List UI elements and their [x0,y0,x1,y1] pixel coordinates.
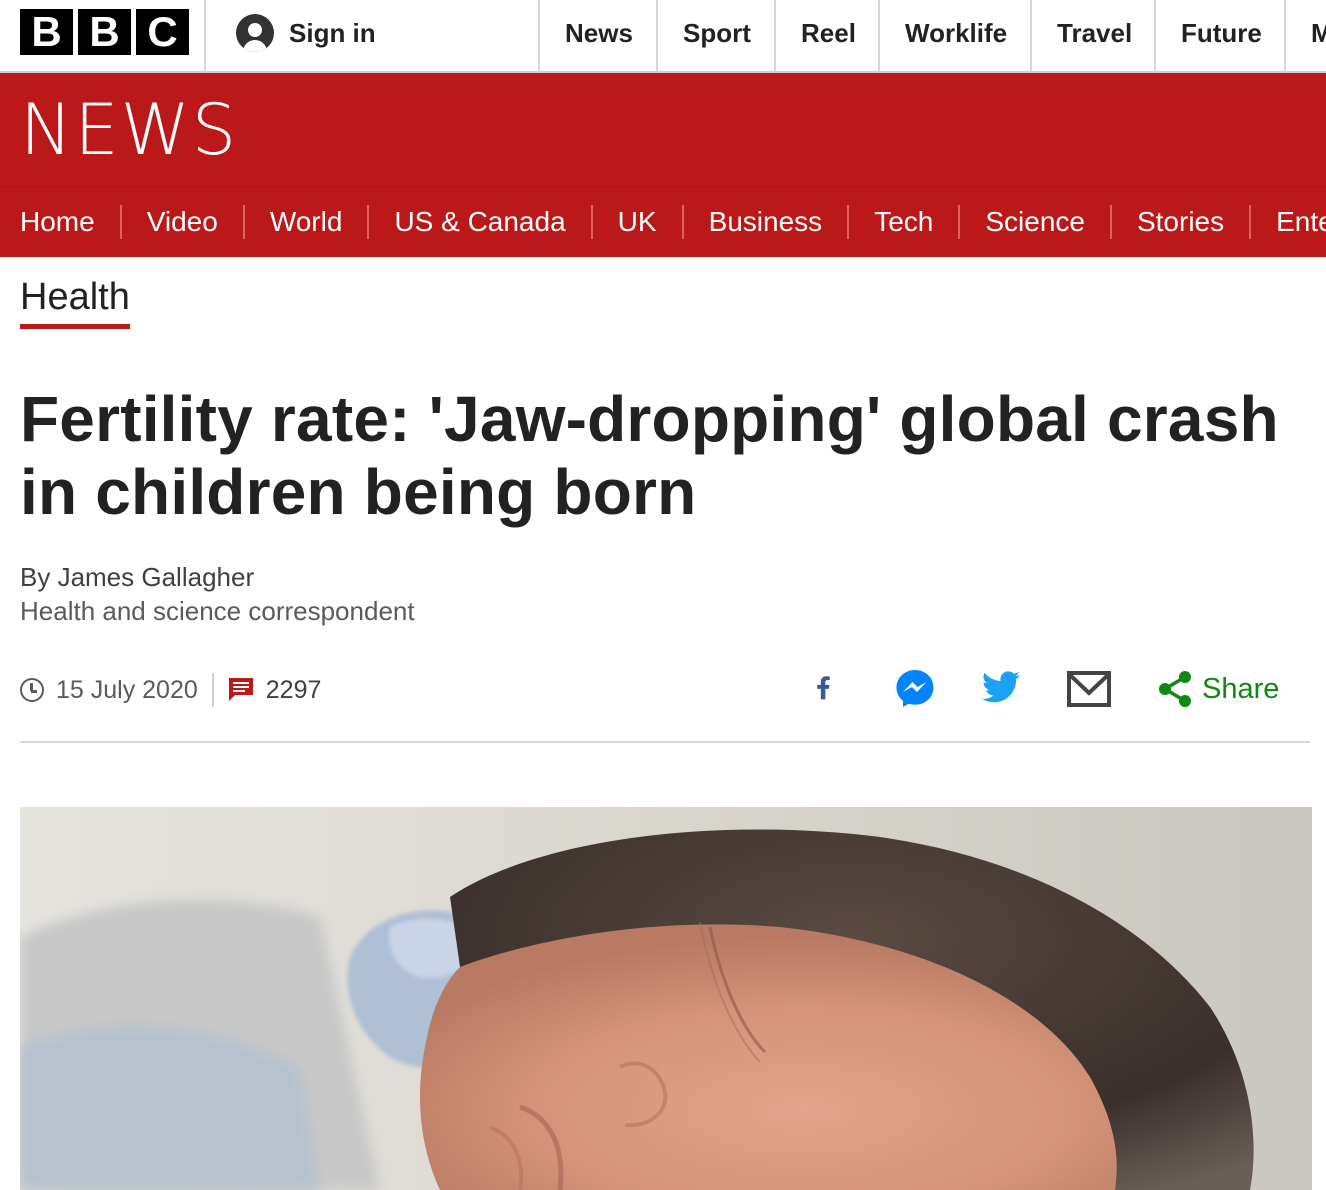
section-label-health[interactable]: Health [20,276,130,329]
facebook-icon [817,676,830,700]
nav-entertainment[interactable]: Ente [1249,205,1326,239]
article-headline: Fertility rate: 'Jaw-dropping' global cr… [20,383,1279,528]
byline: By James Gallagher Health and science co… [20,560,415,628]
nav-home[interactable]: Home [0,205,120,239]
share-icon [1159,671,1191,707]
meta-divider [211,673,214,707]
comment-count[interactable]: 2297 [266,676,322,705]
nav-uk[interactable]: UK [590,205,682,239]
user-icon [236,14,274,52]
topnav-reel[interactable]: Reel [774,0,878,71]
clock-icon [20,678,44,702]
bbc-logo-letter: B [78,9,131,55]
sign-in-label: Sign in [289,17,376,48]
share-twitter-button[interactable] [981,670,1021,706]
bbc-logo-letter: B [20,9,73,55]
share-label: Share [1202,672,1280,705]
top-navigation: News Sport Reel Worklife Travel Future M [538,0,1326,71]
nav-stories[interactable]: Stories [1109,205,1249,239]
publish-date: 15 July 2020 [56,675,198,704]
topnav-future[interactable]: Future [1154,0,1284,71]
news-logo[interactable]: NEWS [20,93,238,167]
bbc-logo-letter: C [136,9,189,55]
topnav-worklife[interactable]: Worklife [878,0,1030,71]
sleeping-baby-photo [20,807,1312,1190]
sign-in-link[interactable]: Sign in [236,14,376,52]
share-facebook-button[interactable] [812,668,836,708]
nav-world[interactable]: World [242,205,368,239]
nav-us-canada[interactable]: US & Canada [367,205,590,239]
bbc-top-bar: B B C Sign in News Sport Reel Worklife T… [0,0,1326,73]
email-icon [1067,671,1111,707]
topnav-sport[interactable]: Sport [656,0,774,71]
topnav-more[interactable]: M [1284,0,1326,71]
share-email-button[interactable] [1067,671,1111,707]
news-banner: NEWS [0,73,1326,186]
share-button[interactable]: Share [1158,666,1279,712]
nav-science[interactable]: Science [958,205,1110,239]
section-navigation: Home Video World US & Canada UK Business… [0,186,1326,257]
nav-tech[interactable]: Tech [847,205,958,239]
twitter-icon [981,671,1020,703]
comments-icon[interactable] [228,677,254,703]
messenger-icon [896,670,934,707]
meta-divider-line [20,741,1310,743]
article-meta: 15 July 2020 2297 [20,670,321,710]
nav-business[interactable]: Business [681,205,848,239]
byline-author: By James Gallagher [20,562,255,592]
topbar-divider [204,0,206,71]
topnav-news[interactable]: News [538,0,656,71]
article-hero-image [20,807,1312,1190]
bbc-logo[interactable]: B B C [20,9,189,55]
nav-video[interactable]: Video [119,205,243,239]
share-messenger-button[interactable] [895,668,935,708]
topnav-travel[interactable]: Travel [1030,0,1154,71]
byline-role: Health and science correspondent [20,596,415,626]
